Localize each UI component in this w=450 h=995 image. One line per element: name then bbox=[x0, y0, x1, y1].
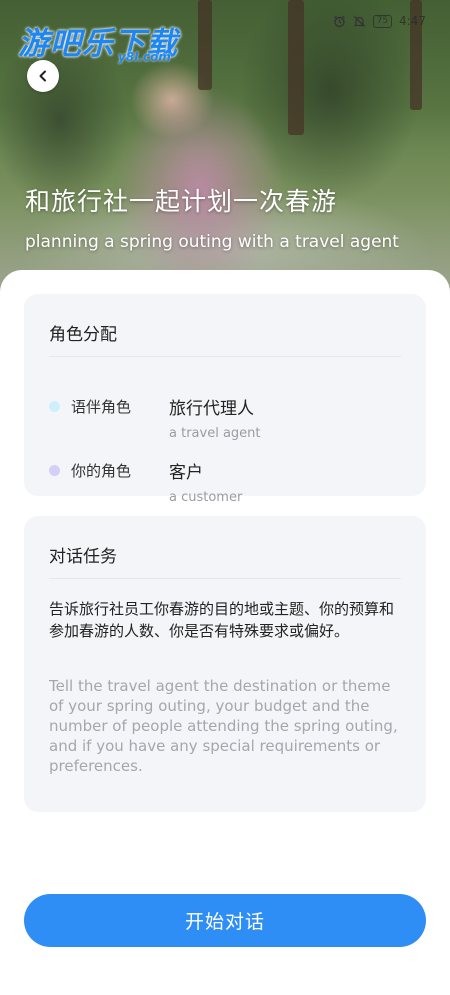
role-english: a customer bbox=[169, 490, 243, 505]
back-button[interactable] bbox=[27, 60, 59, 92]
role-name: 旅行代理人 bbox=[169, 399, 254, 419]
card-title: 角色分配 bbox=[49, 325, 117, 345]
role-dot bbox=[49, 465, 60, 476]
battery-indicator: 75 bbox=[372, 14, 393, 28]
card-title: 对话任务 bbox=[49, 547, 117, 567]
hero-banner: 游吧乐下载 y8l.com 75 4:47 和旅行社一起计划一次春游 plann… bbox=[0, 0, 450, 300]
task-description-english: Tell the travel agent the destination or… bbox=[49, 677, 398, 775]
content-sheet: 角色分配 语伴角色 旅行代理人 a travel agent 你的角色 客户 a… bbox=[0, 270, 450, 995]
divider bbox=[49, 356, 401, 357]
status-time: 4:47 bbox=[399, 14, 426, 28]
bell-off-icon bbox=[353, 15, 366, 28]
task-description-chinese: 告诉旅行社员工你春游的目的地或主题、你的预算和参加春游的人数、你是否有特殊要求或… bbox=[49, 600, 395, 640]
role-label: 语伴角色 bbox=[71, 398, 132, 416]
alarm-icon bbox=[333, 15, 346, 28]
watermark-url: y8l.com bbox=[118, 50, 171, 64]
role-label: 你的角色 bbox=[71, 462, 132, 480]
role-name: 客户 bbox=[169, 463, 203, 483]
page-title: 和旅行社一起计划一次春游 bbox=[25, 187, 338, 216]
role-english: a travel agent bbox=[169, 426, 261, 441]
dialogue-task-card: 对话任务 告诉旅行社员工你春游的目的地或主题、你的预算和参加春游的人数、你是否有… bbox=[24, 516, 426, 812]
start-conversation-button[interactable]: 开始对话 bbox=[24, 894, 426, 947]
role-assignment-card: 角色分配 语伴角色 旅行代理人 a travel agent 你的角色 客户 a… bbox=[24, 294, 426, 505]
status-bar: 75 4:47 bbox=[333, 14, 426, 28]
chevron-left-icon bbox=[37, 67, 49, 86]
divider bbox=[49, 578, 401, 579]
role-dot bbox=[49, 401, 60, 412]
page-subtitle: planning a spring outing with a travel a… bbox=[25, 232, 399, 252]
